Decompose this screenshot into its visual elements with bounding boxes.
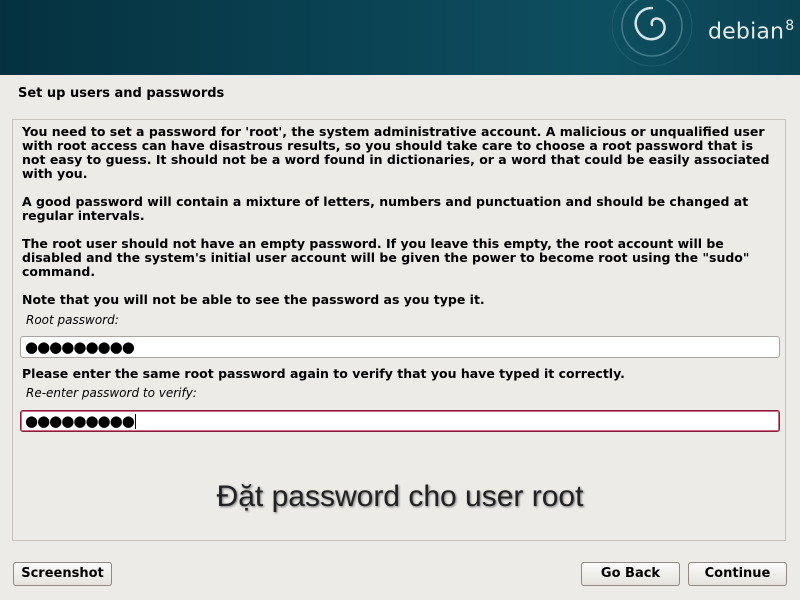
intro-paragraph: You need to set a password for 'root', t…	[22, 124, 770, 181]
continue-button[interactable]: Continue	[688, 562, 787, 586]
root-password-input[interactable]: ●●●●●●●●●	[20, 336, 780, 358]
content-panel: You need to set a password for 'root', t…	[12, 119, 786, 541]
logo-text: debian	[708, 19, 785, 45]
go-back-button[interactable]: Go Back	[581, 562, 680, 586]
verify-password-input[interactable]: ●●●●●●●●●	[20, 410, 780, 432]
logo-version: 8	[785, 18, 795, 34]
header-banner: debian8	[0, 0, 800, 75]
hidden-typing-note: Note that you will not be able to see th…	[22, 292, 485, 307]
verify-password-label: Re-enter password to verify:	[26, 386, 197, 400]
page-title: Set up users and passwords	[18, 86, 225, 101]
verify-password-value: ●●●●●●●●●	[25, 412, 135, 430]
overlay-caption: Đặt password cho user root	[216, 480, 584, 513]
screenshot-button[interactable]: Screenshot	[13, 562, 112, 586]
debian-logo: debian8	[708, 18, 794, 44]
verify-instruction: Please enter the same root password agai…	[22, 366, 625, 381]
root-password-value: ●●●●●●●●●	[25, 338, 135, 356]
debian-swirl-icon	[612, 0, 693, 67]
empty-password-paragraph: The root user should not have an empty p…	[22, 236, 750, 279]
root-password-label: Root password:	[26, 313, 119, 327]
text-caret	[134, 414, 136, 429]
password-advice-paragraph: A good password will contain a mixture o…	[22, 194, 749, 223]
